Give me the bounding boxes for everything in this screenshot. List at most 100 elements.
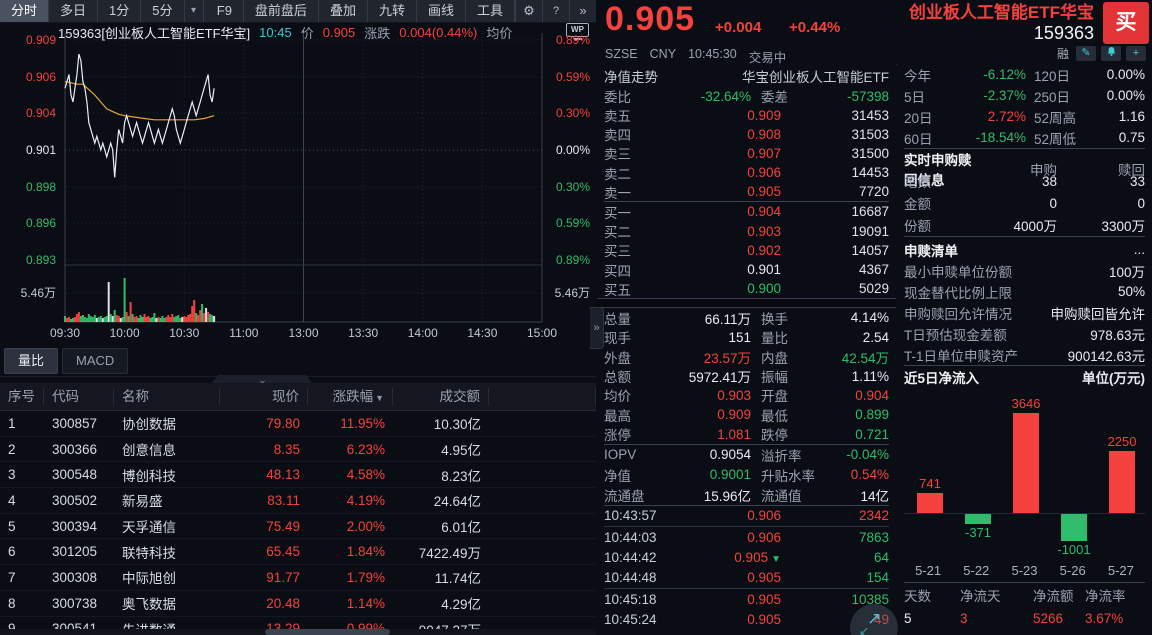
y-axis-price-label: 0.901: [4, 143, 56, 157]
stat-row: 外盘23.57万内盘42.54万: [604, 347, 889, 366]
alert-bell-icon[interactable]: [1101, 46, 1121, 61]
table-cell: 8.23亿: [393, 465, 489, 485]
x-axis-time-label: 14:00: [401, 326, 445, 340]
column-header-4[interactable]: 涨跌幅▼: [308, 388, 393, 405]
indicator-tabs: 量比MACD: [0, 346, 596, 377]
volume-axis-label-right: 5.46万: [545, 286, 590, 300]
flow-date-label: 5-27: [1097, 563, 1145, 578]
stat-row: 均价0.903开盘0.904: [604, 385, 889, 404]
table-cell: 5: [0, 519, 44, 534]
table-cell: 协创数据: [114, 413, 220, 433]
bid-row[interactable]: 买三0.90214057: [604, 240, 889, 259]
bid-price: 0.901: [660, 262, 781, 277]
valuation-value: 0.54%: [829, 467, 889, 482]
trading-terminal: 分时多日1分5分▾F9盘前盘后叠加九转画线工具⚙?» 159363[创业板人工智…: [0, 0, 1152, 635]
constituent-table: 序号代码名称现价涨跌幅▼成交额 1300857协创数据79.8011.95%10.…: [0, 383, 596, 629]
redeem-label: 最小申赎单位份额: [904, 261, 1012, 281]
valuation-value: 0.9054: [660, 447, 751, 462]
table-row[interactable]: 1300857协创数据79.8011.95%10.30亿: [0, 411, 596, 437]
ask-row[interactable]: 卖一0.9057720: [604, 182, 889, 201]
stat-label: 外盘: [604, 347, 660, 367]
weibi-row: 委比-32.64%委差-57398: [604, 86, 889, 105]
tick-row: 10:44:030.9067863: [604, 527, 889, 547]
valuation-value: 14亿: [829, 485, 889, 505]
table-row[interactable]: 4300502新易盛83.114.19%24.64亿: [0, 488, 596, 514]
table-cell: 1: [0, 416, 44, 431]
subscription-row: 份额4000万3300万: [904, 214, 1145, 236]
table-cell: 8: [0, 596, 44, 611]
ask-volume: 31453: [781, 108, 889, 123]
collapse-handle[interactable]: »: [212, 375, 312, 383]
subscription-label: 金额: [904, 193, 974, 213]
bid-row[interactable]: 买四0.9014367: [604, 260, 889, 279]
stat-value: 0.903: [660, 388, 751, 403]
nav-tab-netvalue[interactable]: 净值走势: [604, 66, 742, 86]
intraday-plot: [0, 0, 596, 344]
ask-level-label: 卖四: [604, 124, 660, 144]
buy-button[interactable]: 买: [1103, 2, 1149, 44]
column-header-2[interactable]: 名称: [114, 388, 220, 405]
column-header-1[interactable]: 代码: [44, 388, 114, 405]
table-cell: 6.01亿: [393, 516, 489, 536]
perf-value: 0.00%: [1096, 88, 1145, 103]
bid-row[interactable]: 买二0.90319091: [604, 221, 889, 240]
table-row[interactable]: 8300738奥飞数据20.481.14%4.29亿: [0, 591, 596, 617]
subscription-header: 实时申购赎回信息申购赎回: [904, 149, 1145, 170]
bid-volume: 16687: [781, 204, 889, 219]
table-cell: 7422.49万: [393, 542, 489, 562]
performance-row: 5日-2.37%250日0.00%: [904, 85, 1145, 106]
ask-volume: 31503: [781, 127, 889, 142]
flow-bar: [1109, 451, 1135, 513]
x-axis-time-label: 09:30: [43, 326, 87, 340]
table-cell: 24.64亿: [393, 490, 489, 510]
ask-level-label: 卖三: [604, 143, 660, 163]
y-axis-pct-label: 0.59%: [545, 70, 590, 84]
table-row[interactable]: 2300366创意信息8.356.23%4.95亿: [0, 437, 596, 463]
flow-summary-value: 5: [904, 611, 960, 626]
quote-header: 0.905 +0.004 +0.44% 创业板人工智能ETF华宝 159363 …: [597, 0, 1152, 65]
column-header-5[interactable]: 成交额: [393, 388, 489, 405]
add-icon[interactable]: +: [1126, 46, 1146, 61]
table-row[interactable]: 7300308中际旭创91.771.79%11.74亿: [0, 565, 596, 591]
table-row[interactable]: 3300548博创科技48.134.58%8.23亿: [0, 462, 596, 488]
edit-icon[interactable]: ✎: [1076, 46, 1096, 61]
indicator-tab-1[interactable]: MACD: [62, 348, 128, 374]
table-row[interactable]: 5300394天孚通信75.492.00%6.01亿: [0, 514, 596, 540]
scrollbar-thumb[interactable]: [265, 629, 390, 635]
intraday-chart[interactable]: 0.9090.9060.9040.9010.8980.8960.8930.89%…: [0, 0, 596, 344]
subscription-value: 38: [974, 174, 1057, 189]
flow-bar-value: 3646: [994, 396, 1058, 411]
bid-row[interactable]: 买一0.90416687: [604, 202, 889, 221]
bid-row[interactable]: 买五0.9005029: [604, 279, 889, 298]
ask-row[interactable]: 卖四0.90831503: [604, 124, 889, 143]
tick-row: 10:45:240.90549: [604, 610, 889, 630]
indicator-tab-0[interactable]: 量比: [4, 348, 58, 374]
column-header-spacer: [489, 388, 596, 405]
instrument-code: 159363: [909, 23, 1094, 44]
column-header-0[interactable]: 序号: [0, 388, 44, 405]
ask-row[interactable]: 卖二0.90614453: [604, 163, 889, 182]
y-axis-pct-label: 0.89%: [545, 253, 590, 267]
tick-row: 10:43:570.9062342: [604, 506, 889, 527]
stat-label: 振幅: [751, 366, 829, 386]
redeem-list-more[interactable]: ...: [958, 242, 1145, 257]
valuation-label: 升贴水率: [751, 465, 829, 485]
column-header-3[interactable]: 现价: [220, 388, 308, 405]
perf-value: 0.00%: [1096, 67, 1145, 82]
table-cell: 300548: [44, 467, 114, 482]
tick-volume: 7863: [781, 530, 889, 545]
redeem-label: T-1日单位申赎资产: [904, 345, 1018, 365]
flow-summary-labels: 天数净流天净流额净流率: [904, 584, 1145, 606]
ask-row[interactable]: 卖三0.90731500: [604, 143, 889, 162]
ask-row[interactable]: 卖五0.90931453: [604, 105, 889, 124]
x-axis-time-label: 15:00: [520, 326, 564, 340]
horizontal-scrollbar[interactable]: [0, 629, 596, 635]
table-row[interactable]: 6301205联特科技65.451.84%7422.49万: [0, 539, 596, 565]
valuation-row: 净值0.9001升贴水率0.54%: [604, 465, 889, 485]
table-cell: 6: [0, 544, 44, 559]
redeem-label: T日预估现金差额: [904, 324, 1007, 344]
subscription-label: 份额: [904, 215, 974, 235]
stat-value: 23.57万: [660, 347, 751, 367]
flow-bar: [965, 514, 991, 524]
panel-expand-handle[interactable]: »: [590, 307, 604, 349]
